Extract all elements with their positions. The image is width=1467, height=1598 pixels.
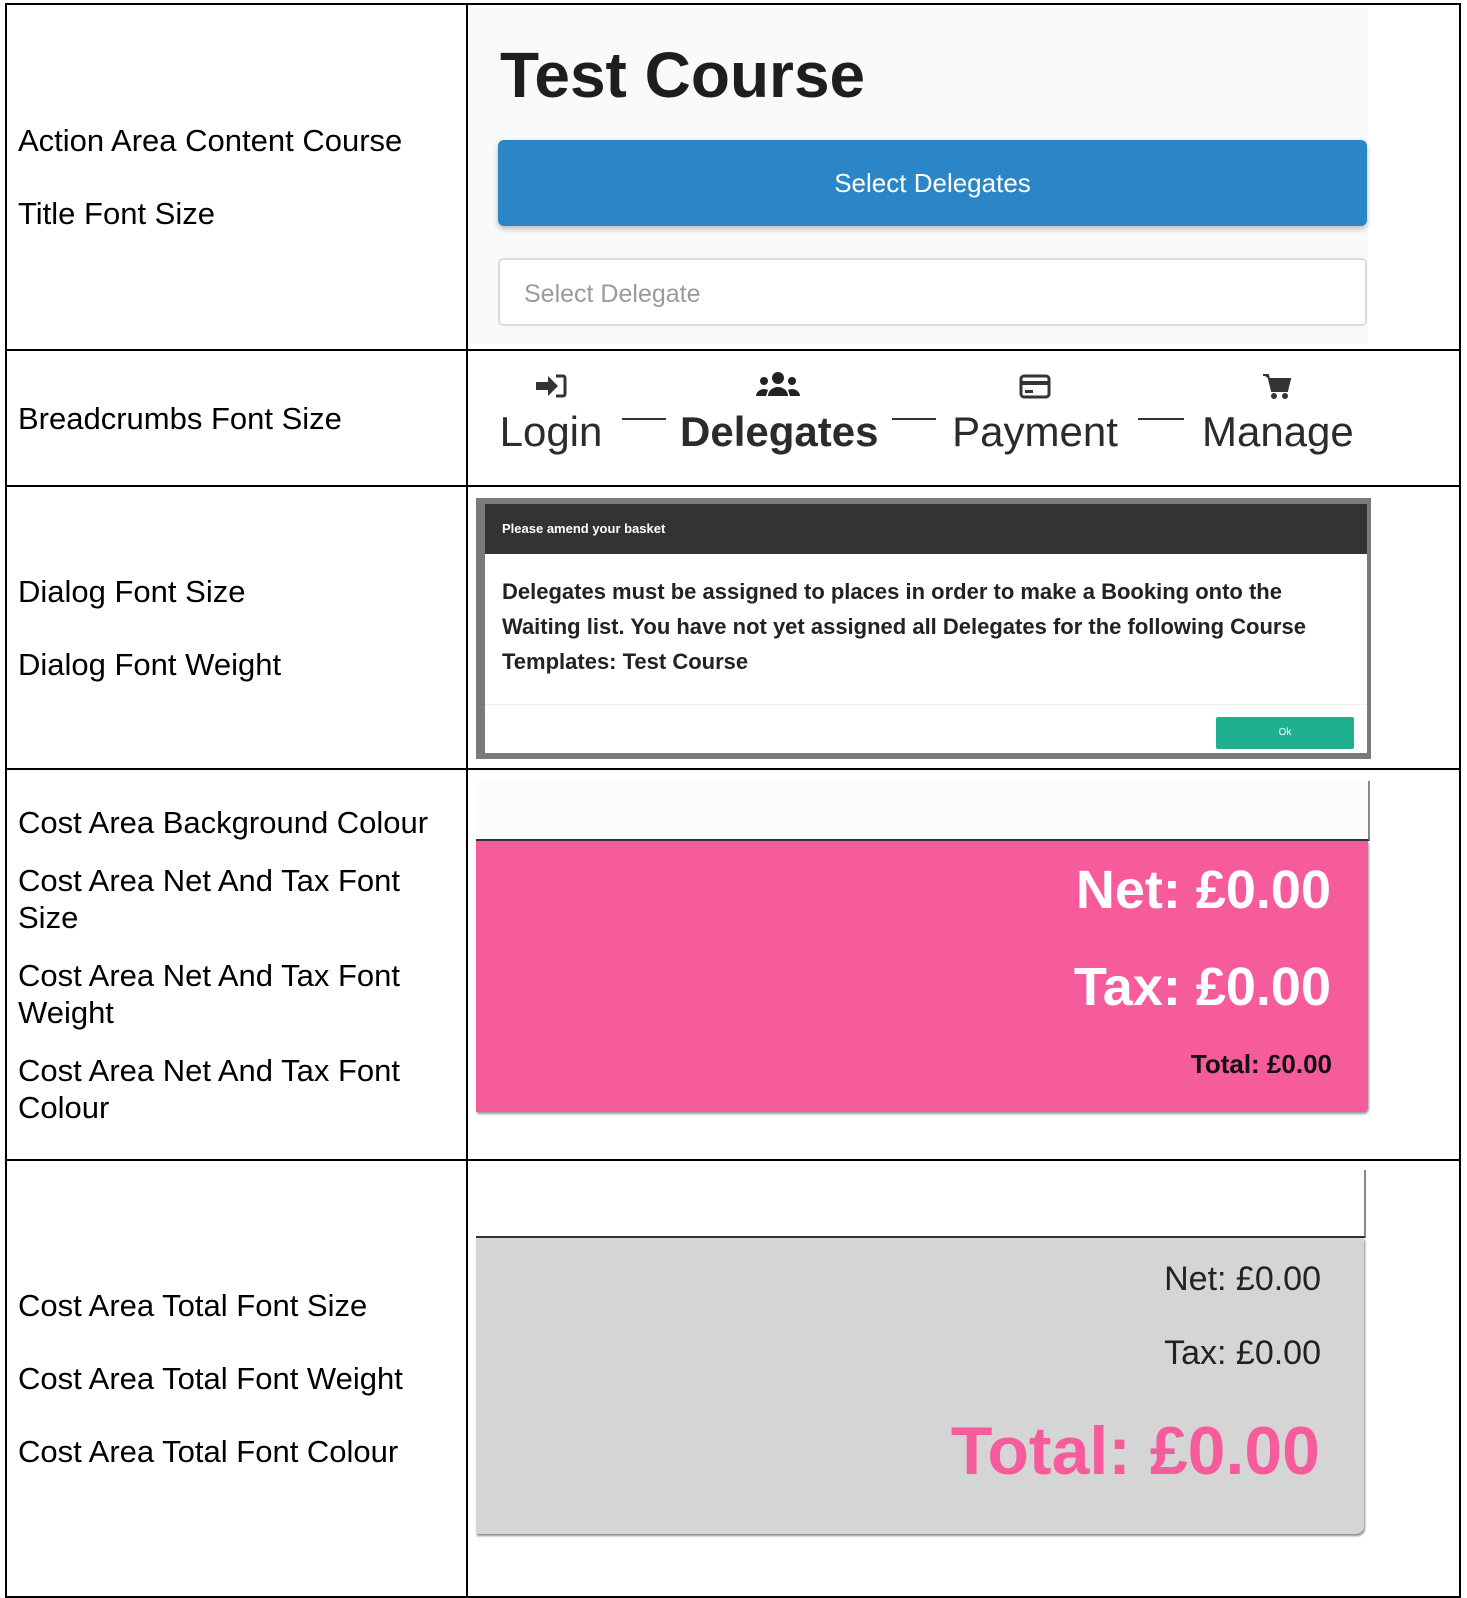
select-delegates-button[interactable]: Select Delegates xyxy=(498,140,1367,226)
tax-amount: Tax: £0.00 xyxy=(1073,957,1331,1017)
breadcrumb-label: Delegates xyxy=(680,408,879,455)
label-text: Cost Area Total Font Colour xyxy=(18,1434,399,1469)
label-cell: Breadcrumbs Font Size xyxy=(5,349,468,487)
label-text: Dialog Font Weight xyxy=(18,646,282,682)
label-text: Cost Area Net And Tax Font Size xyxy=(18,862,400,935)
course-title: Test Course xyxy=(500,39,866,111)
dialog-message: Delegates must be assigned to places in … xyxy=(502,579,1306,674)
label-text: Cost Area Background Colour xyxy=(18,804,429,840)
label-cell: Cost Area Total Font Size Cost Area Tota… xyxy=(5,1159,468,1598)
row-cost-area: Cost Area Background Colour Cost Area Ne… xyxy=(5,768,1461,1161)
dialog-title: Please amend your basket xyxy=(485,504,1367,554)
preview-cell: Test Course Select Delegates Select Dele… xyxy=(466,3,1461,351)
label-text: Cost Area Total Font Weight xyxy=(18,1361,403,1396)
breadcrumb-payment[interactable]: Payment xyxy=(950,366,1120,458)
cart-icon xyxy=(1263,374,1292,399)
label-text: Cost Area Total Font Size xyxy=(18,1288,368,1323)
preview-cell: Login Delegates Payment Manage xyxy=(466,349,1461,487)
breadcrumb-separator xyxy=(1138,418,1184,420)
row-cost-total: Cost Area Total Font Size Cost Area Tota… xyxy=(5,1159,1461,1598)
label-text: Dialog Font Size xyxy=(18,573,246,609)
breadcrumb-label: Login xyxy=(499,408,603,455)
label-text: Action Area Content Course xyxy=(18,123,403,158)
cost-area: Net: £0.00 Tax: £0.00 Total: £0.00 xyxy=(476,841,1368,1112)
label-text: Title Font Size xyxy=(18,196,215,231)
select-delegate-input[interactable]: Select Delegate xyxy=(498,258,1367,326)
net-amount: Net: £0.00 xyxy=(1075,860,1331,920)
breadcrumb-label: Manage xyxy=(1202,408,1354,455)
breadcrumb-delegates[interactable]: Delegates xyxy=(680,366,879,458)
row-action-area: Action Area Content Course Title Font Si… xyxy=(5,3,1461,351)
action-area: Test Course Select Delegates Select Dele… xyxy=(468,8,1368,344)
row-breadcrumbs: Breadcrumbs Font Size Login Delegates Pa… xyxy=(5,349,1461,487)
breadcrumb-separator xyxy=(892,418,936,420)
tax-amount: Tax: £0.00 xyxy=(1164,1334,1321,1372)
preview-cell: Net: £0.00 Tax: £0.00 Total: £0.00 xyxy=(466,1159,1461,1598)
label-text: Cost Area Net And Tax Font Colour xyxy=(18,1052,400,1125)
label-cell: Dialog Font Size Dialog Font Weight xyxy=(5,485,468,770)
users-icon xyxy=(756,372,800,396)
label-cell: Action Area Content Course Title Font Si… xyxy=(5,3,468,351)
dialog-footer: Ok xyxy=(485,704,1367,765)
breadcrumb: Login Delegates Payment Manage xyxy=(468,352,1459,484)
dialog: Please amend your basket Delegates must … xyxy=(485,504,1367,753)
label-cell: Cost Area Background Colour Cost Area Ne… xyxy=(5,768,468,1161)
total-amount: Total: £0.00 xyxy=(950,1413,1320,1489)
sign-in-icon xyxy=(536,374,567,398)
net-amount: Net: £0.00 xyxy=(1164,1260,1321,1298)
preview-cell: Please amend your basket Delegates must … xyxy=(466,485,1461,770)
breadcrumb-separator xyxy=(622,418,666,420)
cost-area: Net: £0.00 Tax: £0.00 Total: £0.00 xyxy=(476,1238,1364,1534)
label-text: Breadcrumbs Font Size xyxy=(18,400,342,436)
row-dialog: Dialog Font Size Dialog Font Weight Plea… xyxy=(5,485,1461,770)
cost-area-header xyxy=(476,1170,1366,1238)
breadcrumb-label: Payment xyxy=(952,408,1118,455)
breadcrumb-manage[interactable]: Manage xyxy=(1202,366,1354,458)
total-amount: Total: £0.00 xyxy=(1190,1049,1332,1079)
cost-area-header xyxy=(476,781,1370,841)
ok-button[interactable]: Ok xyxy=(1216,717,1354,749)
credit-card-icon xyxy=(1019,374,1051,399)
breadcrumb-login[interactable]: Login xyxy=(496,366,606,458)
settings-table: Action Area Content Course Title Font Si… xyxy=(5,3,1461,1598)
label-text: Cost Area Net And Tax Font Weight xyxy=(18,957,400,1030)
preview-cell: Net: £0.00 Tax: £0.00 Total: £0.00 xyxy=(466,768,1461,1161)
